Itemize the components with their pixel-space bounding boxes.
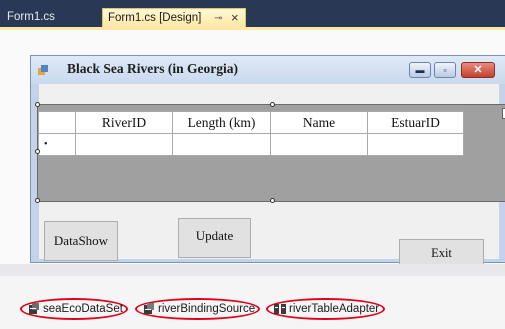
resize-handle[interactable] [35,102,40,107]
table-adapter-icon [274,304,286,314]
document-tab-strip: Form1.cs Form1.cs [Design] ⊸ × [0,0,505,30]
dataset-icon [29,303,39,314]
column-header-estuarid[interactable]: EstuarID [367,111,464,134]
column-header-riverid[interactable]: RiverID [75,111,173,134]
tray-item-label: seaEcoDataSet [43,303,123,315]
update-button[interactable]: Update [178,218,251,258]
form-window[interactable]: Black Sea Rivers (in Georgia) ▬ ▫ ✕ ▸ Ri… [30,55,505,266]
exit-button[interactable]: Exit [399,239,484,266]
tab-label: Form1.cs [7,11,55,23]
component-tray: seaEcoDataSet riverBindingSource riverTa… [0,276,505,329]
designer-surface: Black Sea Rivers (in Georgia) ▬ ▫ ✕ ▸ Ri… [0,30,505,266]
grid-table: RiverID Length (km) Name EstuarID • [38,111,464,156]
tray-item-label: riverBindingSource [158,303,256,315]
tray-item-seaecodataset[interactable]: seaEcoDataSet [20,298,128,320]
datashow-button[interactable]: DataShow [44,221,118,261]
resize-handle[interactable] [35,198,40,203]
new-row-marker: • [38,133,76,156]
tray-item-label: riverTableAdapter [289,303,380,315]
binding-source-icon [144,303,154,314]
row-header-corner [38,111,76,134]
tab-form1-cs[interactable]: Form1.cs [3,8,91,27]
grid-header-row: RiverID Length (km) Name EstuarID [38,111,464,134]
form-titlebar: Black Sea Rivers (in Georgia) ▬ ▫ ✕ [31,56,505,84]
column-header-name[interactable]: Name [270,111,368,134]
grid-cell[interactable] [75,133,173,156]
grid-cell[interactable] [270,133,368,156]
tab-form1-design[interactable]: Form1.cs [Design] ⊸ × [102,8,246,27]
grid-new-row[interactable]: • [38,133,464,156]
tab-label: Form1.cs [Design] [108,12,202,24]
form-title: Black Sea Rivers (in Georgia) [67,61,238,76]
pin-icon[interactable]: ⊸ [214,9,222,28]
close-icon[interactable]: × [231,8,239,27]
tray-separator [0,264,505,276]
column-header-length[interactable]: Length (km) [172,111,271,134]
grid-cell[interactable] [367,133,464,156]
form-icon [38,65,48,75]
close-window-button[interactable]: ✕ [461,62,495,78]
tray-item-riverbindingsource[interactable]: riverBindingSource [135,298,260,320]
resize-handle[interactable] [270,198,275,203]
resize-handle[interactable] [270,102,275,107]
resize-handle[interactable] [35,149,40,154]
river-data-grid[interactable]: ▸ RiverID Length (km) Name EstuarID • [35,102,505,203]
grid-cell[interactable] [172,133,271,156]
tray-item-rivertableadapter[interactable]: riverTableAdapter [266,298,385,320]
minimize-button[interactable]: ▬ [409,62,431,78]
maximize-button[interactable]: ▫ [434,62,456,78]
